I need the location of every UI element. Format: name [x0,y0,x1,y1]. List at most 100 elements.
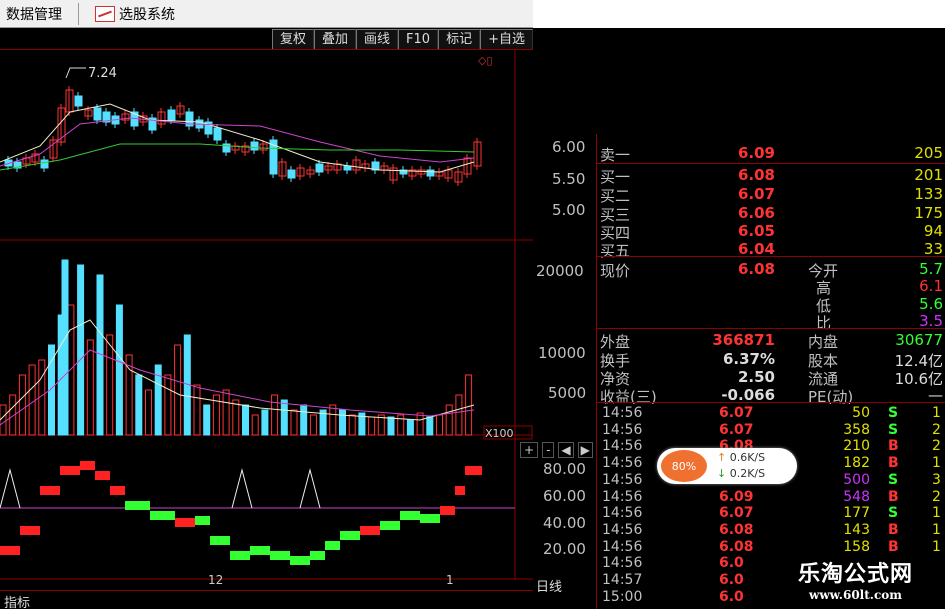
buy-3-row: 买三 6.06 175 [600,204,943,224]
usage-circle: 80% [661,450,707,482]
trade-count: 2 [932,421,941,438]
price-tick: 6.00 [552,138,586,156]
candle [426,169,435,177]
candle [250,141,259,151]
restore-rights-button[interactable]: 复权 [272,29,315,49]
volume-tick: 20000 [536,262,584,280]
signal-triangle [299,468,321,509]
draw-line-button[interactable]: 画线 [356,29,399,49]
network-speed-widget[interactable]: 80% ↑ 0.6K/S ↓ 0.2K/S [657,448,797,484]
book-divider [596,163,945,164]
volume-bar [416,412,424,436]
trade-time: 14:56 [602,421,643,438]
candle [315,163,324,173]
overlay-button[interactable]: 叠加 [314,29,357,49]
add-watchlist-button[interactable]: +自选 [480,29,533,49]
volume-bar [164,374,172,436]
indicator-step [195,516,210,525]
volume-bar [86,339,94,436]
trade-time: 14:56 [602,521,643,538]
indicator-tick: 40.00 [543,514,586,532]
trade-side: S [888,421,899,438]
trade-side: B [888,438,899,455]
buy-1-row: 买一 6.08 201 [600,166,943,186]
sell-1-row: 卖一 6.09 205 [600,144,943,164]
menu-data-manage[interactable]: 数据管理 [0,0,68,27]
trade-time: 14:56 [602,455,643,472]
volume-bar [193,384,201,436]
chart-area[interactable]: 7.24 ◇▯ X100 12 1 [0,50,533,606]
trade-count: 1 [932,405,941,421]
mark-button[interactable]: 标记 [438,29,481,49]
volume-unit: X100 [485,427,514,440]
volume-bar [28,364,36,436]
trade-row: 14:56 6.08 158 B 1 [596,539,945,556]
trade-time: 14:56 [602,438,643,455]
volume-bar [18,374,26,436]
scroll-right-button[interactable]: ▶ [577,442,593,458]
indicator-tab[interactable]: 指标 [4,592,30,609]
trade-count: 2 [932,438,941,455]
scroll-left-button[interactable]: ◀ [558,442,574,458]
zoom-out-button[interactable]: - [542,442,555,458]
candle [213,127,222,141]
candle [343,165,352,171]
volume-bar [115,304,123,436]
blank-panel [533,0,945,28]
trade-volume: 210 [843,438,870,455]
indicator-step [210,536,230,545]
volume-bar [329,404,337,436]
volume-bar [222,389,230,436]
trade-time: 14:56 [602,471,643,488]
volume-bar [232,399,240,436]
indicator-step [420,514,440,523]
trade-time: 14:56 [602,488,643,505]
indicator-step [60,466,80,475]
book-divider [596,402,945,403]
indicator-step [40,486,60,495]
f10-button[interactable]: F10 [398,29,439,49]
volume-tick: 10000 [538,344,586,362]
volume-bar [290,409,298,436]
high-price-pointer [65,67,86,79]
indicator-step [380,521,400,530]
buy-2-row: 买二 6.07 133 [600,185,943,205]
volume-bar [387,416,395,436]
indicator-tick: 80.00 [543,460,586,478]
indicator-step [465,466,482,475]
chart-toolbar: 复权 叠加 画线 F10 标记 +自选 [0,28,533,50]
period-daily[interactable]: 日线 [536,576,562,595]
indicator-step [125,501,150,510]
nav-row: 净资 2.50 流通 10.6亿 [600,368,943,388]
candle [93,107,102,121]
trade-time: 14:56 [602,405,643,421]
ma-lines [0,103,475,173]
bottom-bar: 指标 [0,590,533,609]
indicator-step [325,541,340,550]
trade-side: S [888,471,899,488]
volume-bar [300,404,308,436]
upload-arrow-icon: ↑ [717,451,727,464]
menu-stock-select[interactable]: 选股系统 [89,0,181,27]
trade-price: 6.08 [719,538,754,555]
panel-control-icon: ◇▯ [478,54,493,67]
vol-ma10 [0,349,475,426]
zoom-in-button[interactable]: + [520,442,539,458]
trade-side: B [888,538,899,555]
trade-price: 6.07 [719,505,754,522]
volume-tick: 5000 [548,384,587,402]
trade-price: 6.08 [719,521,754,538]
watermark-url: www.60lt.com [809,588,902,602]
trade-count: 2 [932,488,941,505]
volume-bar [339,409,346,436]
high-price-label: 7.24 [88,66,117,81]
trade-side: B [888,455,899,472]
ratio-row: 比 3.5 [816,312,943,332]
kline-chart[interactable]: 7.24 ◇▯ X100 12 1 [0,50,533,606]
trade-price: 6.09 [719,488,754,505]
volume-bar [397,414,405,436]
trade-time: 14:56 [602,538,643,555]
buy-4-row: 买四 6.05 94 [600,222,943,242]
trade-volume: 158 [843,538,870,555]
volume-bar [426,416,434,436]
